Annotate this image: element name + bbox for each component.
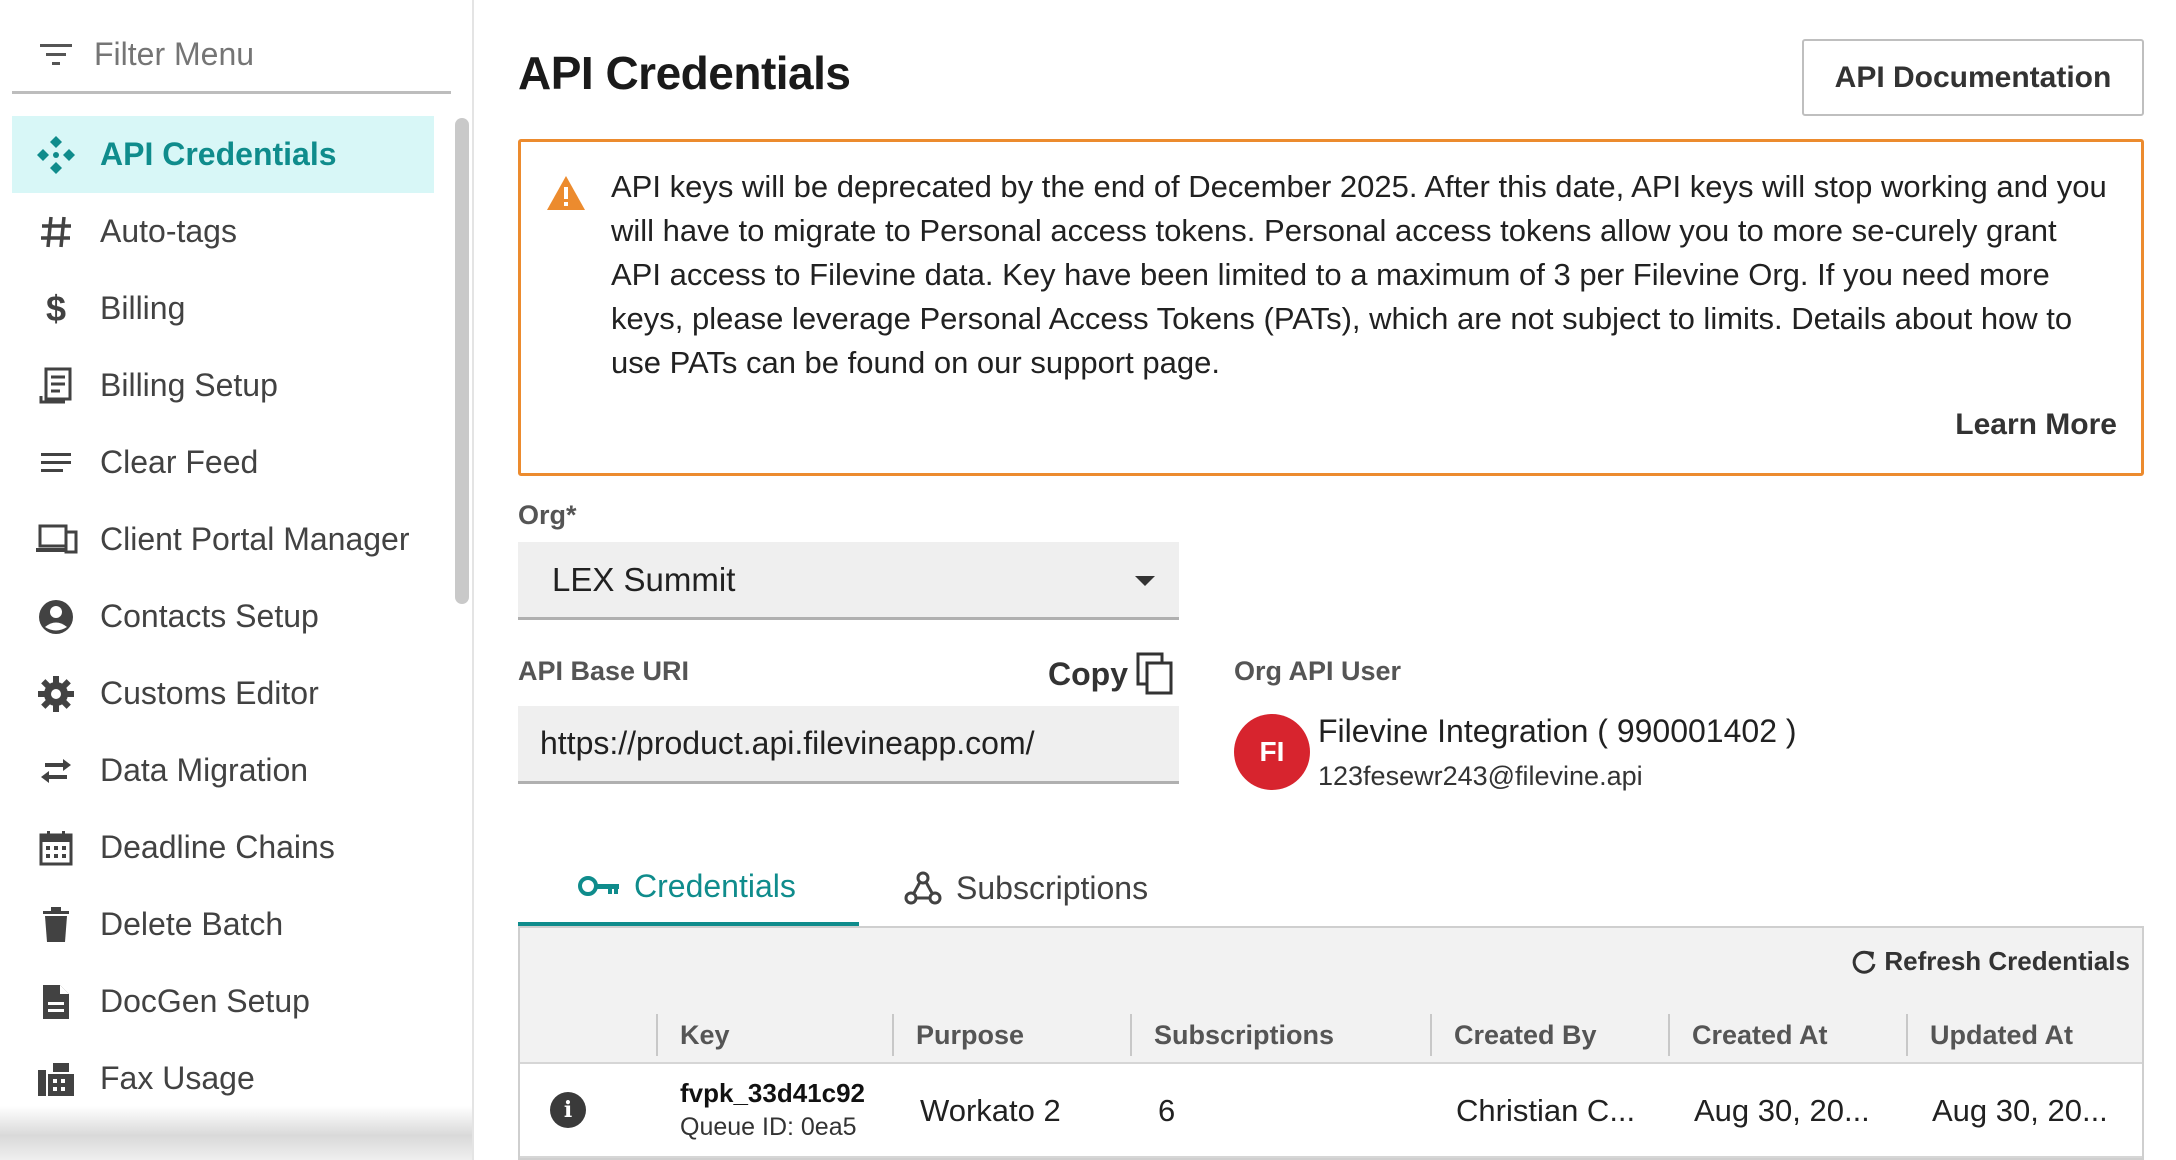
sidebar-nav: API Credentials Auto-tags $ Billing Bill… [12,116,434,1117]
sidebar-item-label: Auto-tags [100,213,237,249]
sidebar-item-label: Fax Usage [100,1060,255,1096]
sidebar-item-docgen-setup[interactable]: DocGen Setup [12,963,434,1040]
copy-button[interactable]: Copy [1048,652,1174,696]
column-header-subscriptions[interactable]: Subscriptions [1130,1014,1334,1056]
org-api-user-label: Org API User [1234,656,1402,686]
tab-subscriptions-label: Subscriptions [956,869,1149,906]
account-circle-icon [34,595,78,639]
credentials-table: Refresh Credentials Key Purpose Subscrip… [518,926,2144,1160]
refresh-credentials-button[interactable]: Refresh Credentials [1850,946,2130,977]
devices-icon [34,518,78,562]
updated-at-cell: Aug 30, 20... [1932,1093,2108,1128]
sidebar-item-label: Billing [100,290,186,326]
org-select-value: LEX Summit [552,560,736,598]
filter-icon [40,43,72,65]
api-base-uri-label: API Base URI [518,656,690,686]
sidebar-item-clear-feed[interactable]: Clear Feed [12,424,434,501]
hash-icon [34,210,78,254]
sidebar-item-customs-editor[interactable]: Customs Editor [12,655,434,732]
refresh-label: Refresh Credentials [1884,946,2130,976]
tab-credentials-label: Credentials [634,867,796,904]
copy-label: Copy [1048,655,1128,692]
column-header-created-by[interactable]: Created By [1430,1014,1597,1056]
column-header-purpose[interactable]: Purpose [892,1014,1024,1056]
sidebar-item-label: DocGen Setup [100,983,310,1019]
tab-credentials[interactable]: Credentials [518,850,859,926]
sidebar-item-client-portal-manager[interactable]: Client Portal Manager [12,501,434,578]
document-icon [34,980,78,1024]
key-value: fvpk_33d41c92 [680,1078,866,1108]
subscriptions-cell: 6 [1158,1093,1176,1128]
deprecation-alert: API keys will be deprecated by the end o… [518,139,2144,476]
api-user-email: 123fesewr243@filevine.api [1318,761,1643,791]
sidebar-scrollbar[interactable] [455,118,469,604]
sidebar-item-label: Client Portal Manager [100,521,410,557]
dollar-icon: $ [45,287,67,329]
api-icon [34,133,78,177]
api-user-name: Filevine Integration ( 990001402 ) [1318,713,1797,749]
purpose-cell: Workato 2 [920,1093,1061,1128]
sidebar-item-label: Billing Setup [100,367,278,403]
fax-icon [34,1057,78,1101]
info-icon[interactable]: i [550,1092,586,1128]
swap-icon [34,749,78,793]
tab-subscriptions[interactable]: Subscriptions [904,850,1148,926]
key-cell: fvpk_33d41c92 Queue ID: 0ea5 [680,1078,870,1142]
tabs: Credentials Subscriptions [518,850,2144,926]
learn-more-link[interactable]: Learn More [1955,408,2117,442]
alert-message: API keys will be deprecated by the end o… [611,169,2107,380]
column-header-created-at[interactable]: Created At [1668,1014,1828,1056]
api-base-uri-field[interactable] [518,706,1179,784]
sidebar-item-auto-tags[interactable]: Auto-tags [12,193,434,270]
caret-down-icon [1135,576,1155,586]
org-label: Org* [518,500,577,530]
sidebar-item-label: Data Migration [100,752,309,788]
org-select[interactable]: LEX Summit [518,542,1179,620]
sidebar-item-deadline-chains[interactable]: Deadline Chains [12,809,434,886]
filter-menu[interactable]: Filter Menu [12,18,451,94]
sidebar-item-delete-batch[interactable]: Delete Batch [12,886,434,963]
sidebar-item-billing-setup[interactable]: Billing Setup [12,347,434,424]
main-content: API Credentials API Documentation API ke… [518,0,2144,1160]
webhook-icon [904,871,942,905]
sidebar-bottom-shadow [0,1106,472,1160]
refresh-icon [1853,950,1876,974]
filter-menu-label: Filter Menu [94,36,255,72]
column-header-key[interactable]: Key [656,1014,730,1056]
sidebar-item-contacts-setup[interactable]: Contacts Setup [12,578,434,655]
created-at-cell: Aug 30, 20... [1694,1093,1870,1128]
sidebar-item-billing[interactable]: $ Billing [12,270,434,347]
lines-icon [34,441,78,485]
table-row[interactable]: i fvpk_33d41c92 Queue ID: 0ea5 Workato 2… [520,1064,2142,1158]
key-icon [578,876,619,896]
table-header: Key Purpose Subscriptions Created By Cre… [520,1006,2142,1064]
sidebar-item-label: Delete Batch [100,906,284,942]
sidebar-item-api-credentials[interactable]: API Credentials [12,116,434,193]
trash-icon [34,903,78,947]
sidebar-item-label: Clear Feed [100,444,259,480]
column-header-updated-at[interactable]: Updated At [1906,1014,2073,1056]
sidebar: Filter Menu API Credentials Auto-tags $ … [0,0,474,1160]
gear-icon [34,672,78,716]
api-documentation-button[interactable]: API Documentation [1802,39,2144,116]
sidebar-item-label: Deadline Chains [100,829,335,865]
sidebar-item-label: API Credentials [100,136,337,172]
receipt-icon [34,364,78,408]
sidebar-item-label: Contacts Setup [100,598,319,634]
copy-icon [1136,652,1173,695]
sidebar-item-data-migration[interactable]: Data Migration [12,732,434,809]
warning-icon [547,176,585,210]
created-by-cell: Christian C... [1456,1093,1636,1128]
calendar-icon [34,826,78,870]
page-title: API Credentials [518,47,851,99]
avatar: FI [1234,714,1310,790]
queue-id: Queue ID: 0ea5 [680,1113,857,1141]
sidebar-item-label: Customs Editor [100,675,319,711]
